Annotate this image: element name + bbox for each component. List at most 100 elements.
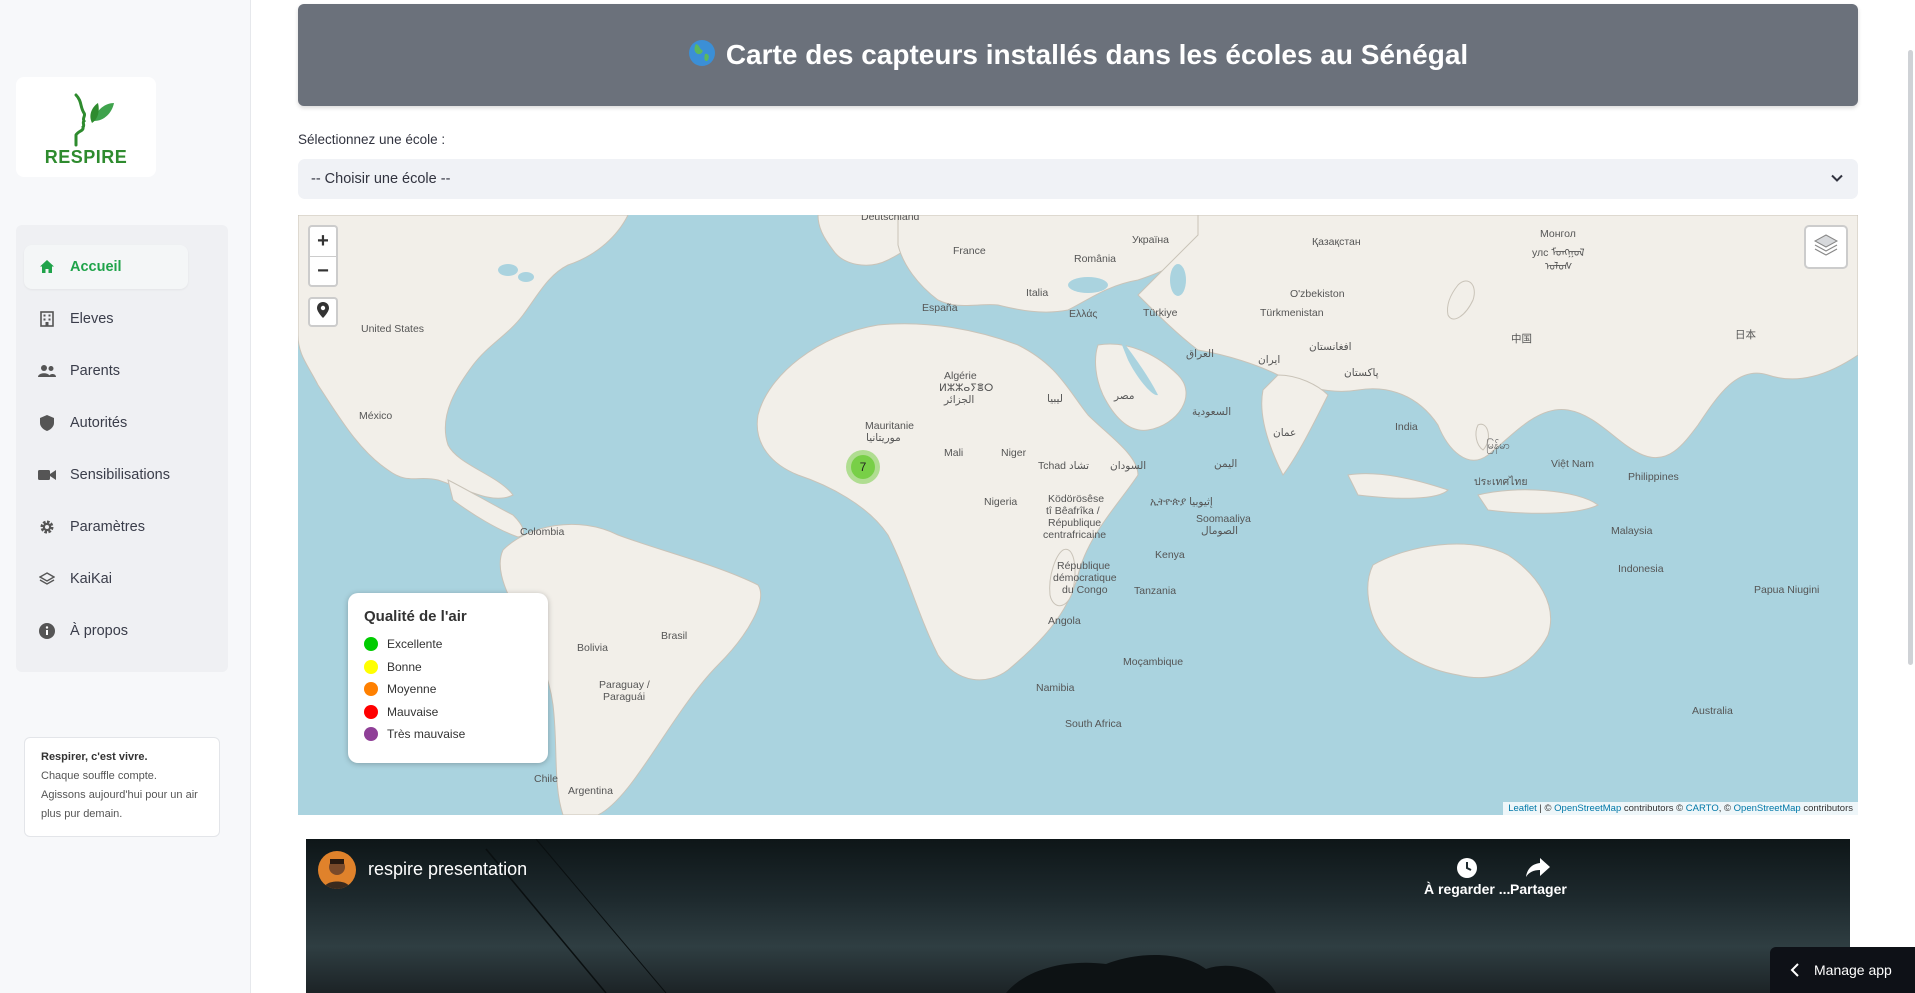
legend-dot-icon xyxy=(364,727,378,742)
osm-link[interactable]: OpenStreetMap xyxy=(1554,803,1621,814)
map-label: اليمن xyxy=(1214,458,1238,470)
share-button[interactable]: Partager xyxy=(1510,855,1567,897)
nav-sensibilisations[interactable]: Sensibilisations xyxy=(24,453,188,497)
video-embed[interactable]: respire presentation À regarder ... Part… xyxy=(306,839,1850,993)
map-label: عمان xyxy=(1273,427,1297,439)
map-label: Paraguay / xyxy=(599,679,650,691)
page-scrollbar[interactable] xyxy=(1908,50,1913,665)
map-label: México xyxy=(359,410,393,422)
nav-kaikai[interactable]: KaiKai xyxy=(24,557,188,601)
map-label: Deutschland xyxy=(861,215,920,223)
manage-app-button[interactable]: Manage app xyxy=(1770,947,1915,993)
legend-title: Qualité de l'air xyxy=(364,608,467,625)
nav-label: Sensibilisations xyxy=(70,467,170,483)
watch-later-button[interactable]: À regarder ... xyxy=(1424,855,1510,897)
nav-a-propos[interactable]: À propos xyxy=(24,609,188,653)
locate-button[interactable] xyxy=(308,297,338,327)
gear-icon xyxy=(38,518,56,536)
map-label: démocratique xyxy=(1053,572,1117,584)
quote-line: Agissons aujourd'hui pour un air xyxy=(41,789,198,801)
map-label: Brasil xyxy=(661,630,688,642)
map-label: Việt Nam xyxy=(1551,458,1594,470)
nav-parametres[interactable]: Paramètres xyxy=(24,505,188,549)
map-label: Tanzania xyxy=(1134,585,1177,597)
map-label: O'zbekiston xyxy=(1290,288,1345,300)
map-label: ⵍⵣⵣⴰⵢⴻⵔ xyxy=(939,382,994,394)
map-label: 日本 xyxy=(1735,329,1756,341)
map-label: ประเทศไทย xyxy=(1474,476,1528,488)
map-label: السعودية xyxy=(1192,406,1232,418)
legend-dot-icon xyxy=(364,637,378,652)
sensor-cluster-marker[interactable]: 7 xyxy=(846,450,880,484)
nav-label: Parents xyxy=(70,363,120,379)
legend-dot-icon xyxy=(364,682,378,697)
video-title[interactable]: respire presentation xyxy=(368,859,527,880)
map-label: Paraguái xyxy=(603,691,646,703)
map-label: Colombia xyxy=(520,526,565,538)
school-select[interactable]: -- Choisir une école -- xyxy=(298,159,1858,199)
map-label: South Africa xyxy=(1065,718,1122,730)
map-label: Australia xyxy=(1692,705,1733,717)
nav-eleves[interactable]: Eleves xyxy=(24,297,188,341)
nav-label: Accueil xyxy=(70,259,122,275)
legend-item: Mauvaise xyxy=(364,701,532,724)
quote-title: Respirer, c'est vivre. xyxy=(41,751,148,763)
layers-control-button[interactable] xyxy=(1804,225,1848,269)
map-label: Papua Niugini xyxy=(1754,584,1820,596)
page-title: Carte des capteurs installés dans les éc… xyxy=(725,39,1469,70)
map-label: افغانستان xyxy=(1309,341,1352,353)
nav-label: Paramètres xyxy=(70,519,145,535)
nav-accueil[interactable]: Accueil xyxy=(24,245,188,289)
legend-item: Très mauvaise xyxy=(364,723,532,746)
leaflet-link[interactable]: Leaflet xyxy=(1508,803,1537,814)
nav-autorites[interactable]: Autorités xyxy=(24,401,188,445)
chevron-left-icon xyxy=(1790,963,1800,977)
map-label: España xyxy=(922,302,958,314)
osm-link[interactable]: OpenStreetMap xyxy=(1734,803,1801,814)
zoom-control: + − xyxy=(308,225,338,287)
building-icon xyxy=(38,310,56,328)
watch-later-label: À regarder ... xyxy=(1424,881,1511,897)
map-label: Nigeria xyxy=(984,496,1018,508)
legend-label: Moyenne xyxy=(387,682,437,697)
map-label: Kenya xyxy=(1155,549,1185,561)
home-icon xyxy=(38,258,56,276)
map-label: Angola xyxy=(1048,615,1081,627)
zoom-in-button[interactable]: + xyxy=(310,227,336,257)
carto-link[interactable]: CARTO xyxy=(1686,803,1719,814)
zoom-out-button[interactable]: − xyxy=(310,257,336,286)
nav-label: Autorités xyxy=(70,415,128,431)
logo-text: RESPIRE xyxy=(44,147,128,167)
school-select-label: Sélectionnez une école : xyxy=(298,132,446,147)
chevron-down-icon xyxy=(1830,171,1844,189)
nav-label: Eleves xyxy=(70,311,114,327)
map-label: du Congo xyxy=(1062,584,1108,596)
map-label: موريتانيا xyxy=(866,432,901,444)
legend-label: Mauvaise xyxy=(387,704,439,719)
nav-parents[interactable]: Parents xyxy=(24,349,188,393)
map-label: Mali xyxy=(944,447,964,459)
map-label: United States xyxy=(361,323,425,335)
map-label: العراق xyxy=(1186,348,1215,360)
map-label: ایران xyxy=(1258,354,1281,366)
quote-card: Respirer, c'est vivre. Chaque souffle co… xyxy=(24,737,220,837)
map-label: Algérie xyxy=(944,370,977,382)
channel-avatar[interactable] xyxy=(318,851,356,889)
map-label: مصر xyxy=(1114,390,1135,402)
sensor-map[interactable]: Deutschland Україна Қазақстан Монгол улс… xyxy=(298,215,1858,815)
map-label: Україна xyxy=(1132,234,1170,246)
quote-line: plus pur demain. xyxy=(41,808,123,820)
map-label: ᠤᠯᠤᠰ xyxy=(1545,261,1573,273)
nav-panel xyxy=(16,225,228,672)
map-attribution: Leaflet | © OpenStreetMap contributors ©… xyxy=(1503,802,1858,815)
map-label: Moçambique xyxy=(1123,656,1184,668)
map-label: پاکستان xyxy=(1344,367,1379,379)
air-quality-legend: Qualité de l'air Excellente Bonne Moyenn… xyxy=(348,593,548,763)
layers-icon xyxy=(38,570,56,588)
video-thumbnail xyxy=(485,839,1276,993)
map-label: Ködörösêse xyxy=(1048,493,1105,505)
map-label: India xyxy=(1395,421,1418,433)
map-label: France xyxy=(953,245,986,257)
map-pin-icon xyxy=(317,301,329,323)
map-label: Türkmenistan xyxy=(1260,307,1324,319)
